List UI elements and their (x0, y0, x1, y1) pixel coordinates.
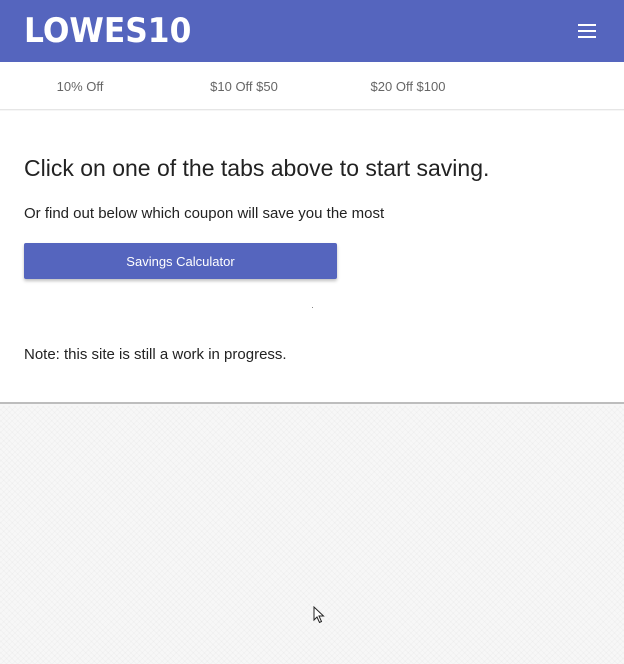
tab-20-off-100[interactable]: $20 Off $100 (352, 62, 464, 110)
site-logo[interactable]: LOWES10 (24, 14, 191, 48)
page-background-area (0, 406, 624, 664)
main-card: Click on one of the tabs above to start … (0, 111, 624, 404)
loading-dot (312, 307, 313, 308)
page-headline: Click on one of the tabs above to start … (24, 155, 490, 181)
page-subtext: Or find out below which coupon will save… (24, 205, 385, 222)
savings-calculator-button[interactable]: Savings Calculator (24, 243, 337, 279)
tab-10-percent-off[interactable]: 10% Off (24, 62, 136, 110)
coupon-tabs: 10% Off $10 Off $50 $20 Off $100 (0, 62, 624, 110)
tab-10-off-50[interactable]: $10 Off $50 (188, 62, 300, 110)
mouse-pointer-icon (313, 606, 325, 624)
menu-line (578, 30, 596, 32)
menu-line (578, 24, 596, 26)
app-header: LOWES10 (0, 0, 624, 62)
work-in-progress-note: Note: this site is still a work in progr… (24, 346, 287, 363)
hamburger-menu-icon[interactable] (578, 20, 600, 42)
menu-line (578, 36, 596, 38)
